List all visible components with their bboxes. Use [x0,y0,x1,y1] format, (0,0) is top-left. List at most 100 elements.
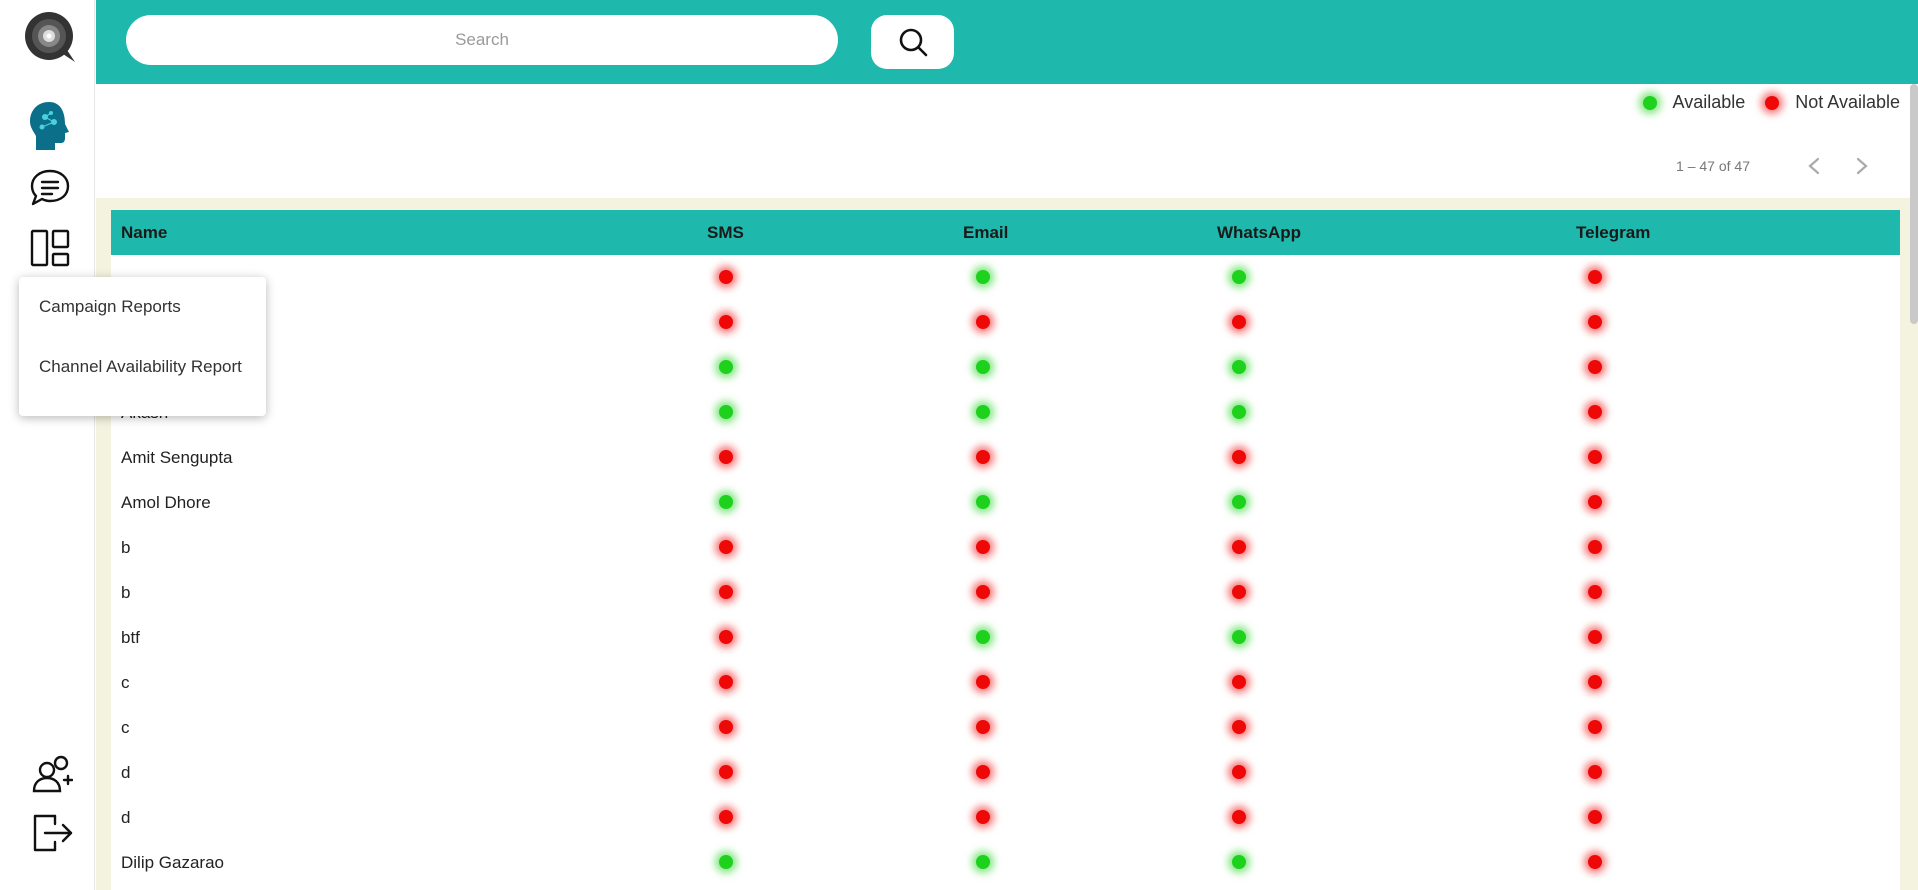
dashboard-icon[interactable] [29,228,71,268]
email-status-dot [976,585,990,599]
sms-status-dot [719,765,733,779]
legend-not-available: Not Available [1765,92,1900,113]
table-row [111,300,1900,345]
email-status-dot [976,810,990,824]
paginator: 1 – 47 of 47 [1676,150,1886,182]
app-logo-icon[interactable] [20,10,78,64]
column-header-whatsapp[interactable]: WhatsApp [1217,210,1301,255]
table-header: Name SMS Email WhatsApp Telegram [111,210,1900,255]
email-status-dot [976,540,990,554]
whatsapp-status-dot [1232,495,1246,509]
column-header-telegram[interactable]: Telegram [1576,210,1650,255]
page-range: 1 – 47 of 47 [1676,158,1750,174]
legend: Available Not Available [1623,92,1900,113]
email-status-dot [976,495,990,509]
sms-status-dot [719,675,733,689]
whatsapp-status-dot [1232,540,1246,554]
telegram-status-dot [1588,495,1602,509]
telegram-status-dot [1588,810,1602,824]
sms-status-dot [719,630,733,644]
telegram-status-dot [1588,720,1602,734]
table-row [111,345,1900,390]
row-name: b [121,583,131,602]
sidebar [0,0,95,890]
menu-item-channel-availability-report[interactable]: Channel Availability Report [19,337,266,397]
whatsapp-status-dot [1232,405,1246,419]
telegram-status-dot [1588,360,1602,374]
whatsapp-status-dot [1232,270,1246,284]
email-status-dot [976,360,990,374]
column-header-email[interactable]: Email [963,210,1008,255]
telegram-status-dot [1588,270,1602,284]
telegram-status-dot [1588,315,1602,329]
table-row: d [111,795,1900,840]
table-body: Akash Amit Sengupta Amol Dhore b b btf c c d d Dil… [111,255,1900,885]
sms-status-dot [719,270,733,284]
previous-page-button[interactable] [1790,150,1838,182]
row-name: b [121,538,131,557]
email-status-dot [976,405,990,419]
chevron-left-icon [1808,157,1820,175]
whatsapp-status-dot [1232,360,1246,374]
search-box [126,15,838,65]
add-user-icon[interactable] [31,754,73,794]
table-row: c [111,660,1900,705]
search-icon [899,28,927,57]
telegram-status-dot [1588,405,1602,419]
top-bar [96,0,1918,84]
email-status-dot [976,765,990,779]
available-dot-icon [1642,95,1657,110]
page-scrollbar[interactable] [1910,84,1918,324]
legend-available: Available [1642,92,1746,113]
row-name: Dilip Gazarao [121,853,224,872]
table-container: Name SMS Email WhatsApp Telegram Akash Am… [96,198,1918,890]
telegram-status-dot [1588,675,1602,689]
row-name: c [121,673,130,692]
search-button[interactable] [871,15,954,69]
email-status-dot [976,720,990,734]
telegram-status-dot [1588,765,1602,779]
logout-icon[interactable] [31,812,73,854]
next-page-button[interactable] [1838,150,1886,182]
whatsapp-status-dot [1232,450,1246,464]
sms-status-dot [719,405,733,419]
whatsapp-status-dot [1232,585,1246,599]
email-status-dot [976,270,990,284]
sms-status-dot [719,855,733,869]
table-row: d [111,750,1900,795]
whatsapp-status-dot [1232,675,1246,689]
search-input[interactable] [126,15,838,65]
column-header-name[interactable]: Name [121,210,167,255]
main-content: Available Not Available 1 – 47 of 47 Nam… [96,84,1918,890]
brain-head-icon[interactable] [27,100,73,152]
sms-status-dot [719,720,733,734]
table-row [111,255,1900,300]
chevron-right-icon [1856,157,1868,175]
channel-availability-table: Name SMS Email WhatsApp Telegram Akash Am… [111,210,1900,890]
table-row: btf [111,615,1900,660]
whatsapp-status-dot [1232,720,1246,734]
whatsapp-status-dot [1232,630,1246,644]
email-status-dot [976,675,990,689]
row-name: Amit Sengupta [121,448,233,467]
legend-available-label: Available [1672,92,1746,112]
email-status-dot [976,855,990,869]
telegram-status-dot [1588,450,1602,464]
chat-icon[interactable] [28,167,72,209]
table-row: Amol Dhore [111,480,1900,525]
sms-status-dot [719,810,733,824]
table-row: Dilip Gazarao [111,840,1900,885]
email-status-dot [976,630,990,644]
email-status-dot [976,315,990,329]
menu-item-campaign-reports[interactable]: Campaign Reports [19,277,266,337]
row-name: Amol Dhore [121,493,211,512]
sms-status-dot [719,495,733,509]
email-status-dot [976,450,990,464]
table-row: Akash [111,390,1900,435]
reports-dropdown-menu: Campaign Reports Channel Availability Re… [19,277,266,416]
whatsapp-status-dot [1232,810,1246,824]
sms-status-dot [719,360,733,374]
telegram-status-dot [1588,855,1602,869]
column-header-sms[interactable]: SMS [707,210,744,255]
telegram-status-dot [1588,540,1602,554]
